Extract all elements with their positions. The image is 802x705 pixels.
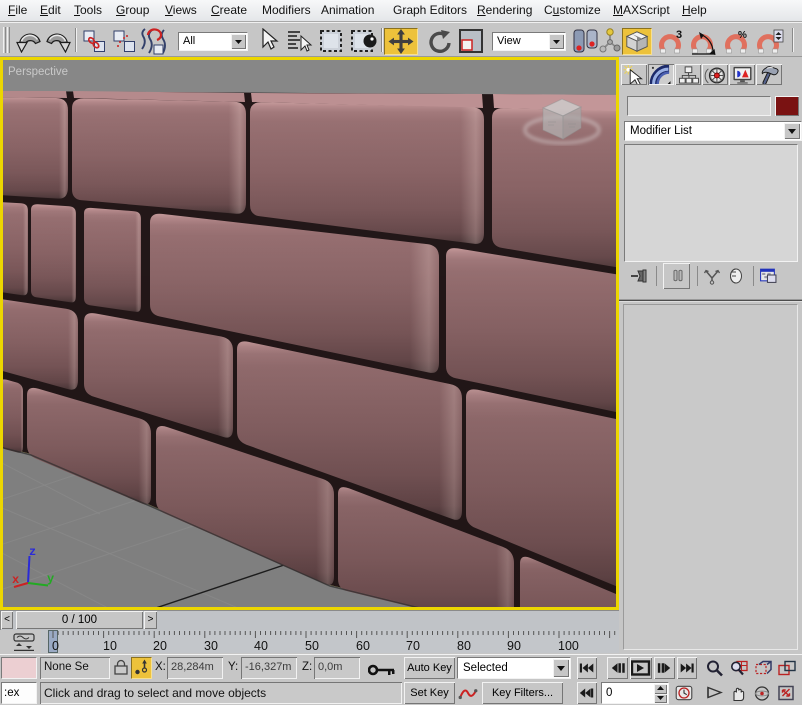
svg-text:100: 100 <box>558 639 579 653</box>
svg-text:x: x <box>12 573 19 587</box>
svg-text:20: 20 <box>153 639 167 653</box>
svg-text:90: 90 <box>507 639 521 653</box>
svg-text:10: 10 <box>103 639 117 653</box>
svg-text:3: 3 <box>676 29 682 41</box>
svg-text:%: % <box>738 30 747 41</box>
svg-text:70: 70 <box>406 639 420 653</box>
svg-text:0: 0 <box>52 639 59 653</box>
svg-text:z: z <box>29 545 36 559</box>
svg-text:60: 60 <box>356 639 370 653</box>
svg-text:50: 50 <box>305 639 319 653</box>
svg-text:Perspective: Perspective <box>8 66 68 78</box>
svg-text:40: 40 <box>254 639 268 653</box>
svg-text:30: 30 <box>204 639 218 653</box>
svg-text:y: y <box>47 572 54 586</box>
svg-text:80: 80 <box>457 639 471 653</box>
